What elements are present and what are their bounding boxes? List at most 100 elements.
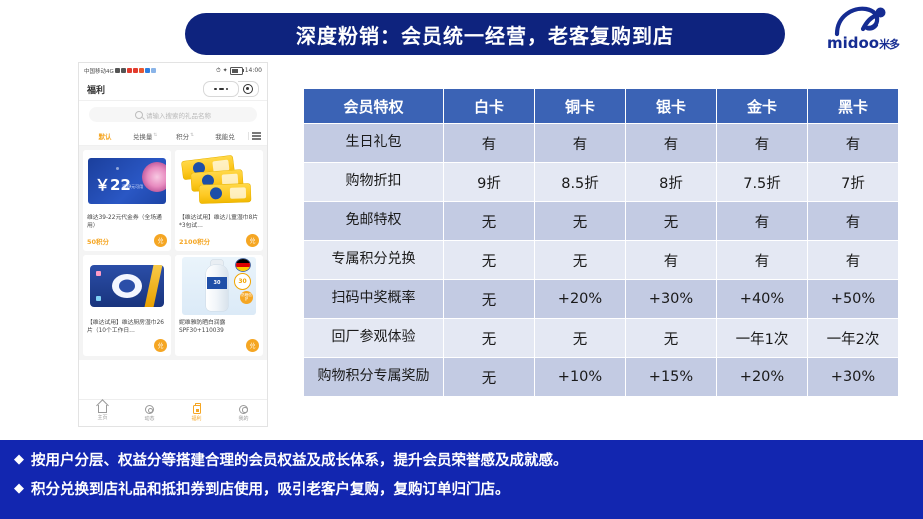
table-row: 专属积分兑换 无 无 有 有 有 [303, 240, 899, 280]
cell-value: 一年2次 [807, 318, 899, 358]
cell-value: 有 [716, 123, 808, 163]
tabbar-item-home[interactable]: 主页 [79, 405, 126, 421]
gift-title: 【维达试用】维达厨房湿巾26片（10个工作日… [87, 320, 164, 334]
cell-value: +10% [534, 357, 626, 397]
german-flag-icon [236, 259, 250, 271]
redeem-button[interactable]: 兑 [154, 339, 167, 352]
column-header-gold-card: 金卡 [716, 88, 808, 124]
slide-root: 深度粉销：会员统一经营，老客复购到店 midoo米多 中国移动4G ⏱ ✦ 14… [0, 0, 923, 519]
gift-points: 2100积分 [179, 237, 211, 246]
row-feature-label: 购物积分专属奖励 [303, 357, 444, 397]
column-header-bronze-card: 铜卡 [534, 88, 626, 124]
gift-card[interactable]: 【维达试用】维达厨房湿巾26片（10个工作日… 兑 [83, 255, 171, 356]
footer-bullet-row: ◆ 按用户分层、权益分等搭建合理的会员权益及成长体系，提升会员荣誉感及成就感。 [14, 452, 923, 470]
cell-value: 无 [625, 201, 717, 241]
app-badge-icon-5 [150, 68, 156, 73]
column-header-black-card: 黑卡 [807, 88, 899, 124]
nivea-bottle-art: 30 防晒倍护 [182, 257, 256, 315]
cell-value: 无 [443, 318, 535, 358]
clock-label: 14:00 [244, 67, 262, 74]
target-circle-icon[interactable] [238, 81, 259, 97]
table-row: 扫码中奖概率 无 +20% +30% +40% +50% [303, 279, 899, 319]
cell-value: 一年1次 [716, 318, 808, 358]
brand-logo-text: midoo米多 [826, 34, 900, 52]
gift-image: 30 防晒倍护 [175, 255, 263, 317]
gift-card[interactable]: 【维达试用】维达儿童湿巾8片*3包试… 2100积分 兑 [175, 150, 263, 251]
gift-icon [192, 403, 201, 414]
footer-bullet-text: 按用户分层、权益分等搭建合理的会员权益及成长体系，提升会员荣誉感及成就感。 [31, 453, 568, 469]
cell-value: 无 [443, 201, 535, 241]
row-feature-label: 回厂参观体验 [303, 318, 444, 358]
tab-redeem-count[interactable]: 兑换量 ⇅ [125, 131, 165, 141]
tabbar-item-feed[interactable]: 动态 [126, 404, 173, 422]
cell-value: 有 [716, 240, 808, 280]
gift-card[interactable]: ￥22 满39元可用 维达39-22元代金券（全场通用） 50积分 兑 [83, 150, 171, 251]
redeem-button[interactable]: 兑 [246, 234, 259, 247]
coupon-art: ￥22 满39元可用 [88, 158, 166, 204]
row-feature-label: 免邮特权 [303, 201, 444, 241]
tabbar-item-benefits[interactable]: 福利 [173, 403, 220, 422]
cell-value: 无 [625, 318, 717, 358]
phone-navbar-actions [203, 81, 259, 97]
cell-value: 有 [625, 240, 717, 280]
coupon-condition: 满39元可用 [122, 184, 144, 189]
table-row: 回厂参观体验 无 无 无 一年1次 一年2次 [303, 318, 899, 358]
column-header-silver-card: 银卡 [625, 88, 717, 124]
user-icon [239, 404, 248, 414]
phone-mockup: 中国移动4G ⏱ ✦ 14:00 福利 请输入搜索的礼品名称 默认 兑换量 ⇅ … [78, 62, 268, 427]
phone-status-bar: 中国移动4G ⏱ ✦ 14:00 [79, 63, 267, 78]
table-row: 购物折扣 9折 8.5折 8折 7.5折 7折 [303, 162, 899, 202]
cell-value: 有 [534, 123, 626, 163]
search-icon [135, 110, 143, 119]
cell-value: +40% [716, 279, 808, 319]
gift-footer: 兑 [83, 338, 171, 356]
gift-title: 维达39-22元代金券（全场通用） [87, 215, 162, 229]
column-header-feature: 会员特权 [303, 88, 444, 124]
cell-value: 无 [443, 279, 535, 319]
membership-privileges-table: 会员特权 白卡 铜卡 银卡 金卡 黑卡 生日礼包 有 有 有 有 有 购物折扣 … [303, 88, 899, 397]
cell-value: 有 [807, 240, 899, 280]
list-view-icon[interactable] [252, 132, 261, 140]
gift-card[interactable]: 30 防晒倍护 妮维雅防晒白润露SPF30+110039 兑 [175, 255, 263, 356]
status-bar-right: ⏱ ✦ 14:00 [216, 66, 262, 75]
cell-value: 9折 [443, 162, 535, 202]
spf-badge: 30 [234, 273, 251, 290]
signal-icon [114, 68, 120, 73]
footer-bullet-row: ◆ 积分兑换到店礼品和抵扣券到店使用，吸引老客户复购，复购订单归门店。 [14, 481, 923, 499]
tab-affordable[interactable]: 我能兑 [205, 131, 245, 141]
page-title-banner: 深度粉销：会员统一经营，老客复购到店 [185, 13, 785, 55]
tab-default[interactable]: 默认 [85, 131, 125, 141]
app-badge-icon-1 [126, 68, 132, 73]
gift-image: ￥22 满39元可用 [83, 150, 171, 212]
cell-value: 8.5折 [534, 162, 626, 202]
midoo-running-figure-logo-icon [834, 6, 886, 37]
gift-footer: 2100积分 兑 [175, 233, 263, 251]
flower-decoration [142, 162, 166, 192]
redeem-button[interactable]: 兑 [154, 234, 167, 247]
cell-value: 7.5折 [716, 162, 808, 202]
cell-value: +15% [625, 357, 717, 397]
gift-title: 【维达试用】维达儿童湿巾8片*3包试… [179, 215, 259, 229]
cell-value: +30% [625, 279, 717, 319]
diamond-bullet-icon: ◆ [14, 481, 24, 497]
gift-image [83, 255, 171, 317]
table-row: 购物积分专属奖励 无 +10% +15% +20% +30% [303, 357, 899, 397]
row-feature-label: 专属积分兑换 [303, 240, 444, 280]
cell-value: 8折 [625, 162, 717, 202]
search-input[interactable]: 请输入搜索的礼品名称 [89, 107, 257, 122]
app-badge-icon-2 [132, 68, 138, 73]
row-feature-label: 生日礼包 [303, 123, 444, 163]
tab-points[interactable]: 积分 ⇅ [165, 131, 205, 141]
kitchen-wipes-art [90, 265, 164, 307]
cell-value: +20% [534, 279, 626, 319]
row-feature-label: 购物折扣 [303, 162, 444, 202]
compass-icon [145, 404, 154, 414]
wifi-icon [120, 68, 126, 73]
redeem-button[interactable]: 兑 [246, 339, 259, 352]
gift-footer: 50积分 兑 [83, 233, 171, 251]
tabbar-item-profile[interactable]: 我的 [220, 404, 267, 422]
gift-image [175, 150, 263, 212]
more-dots-icon[interactable] [203, 81, 239, 97]
cell-value: 有 [625, 123, 717, 163]
sort-icon: ⇅ [153, 132, 158, 138]
